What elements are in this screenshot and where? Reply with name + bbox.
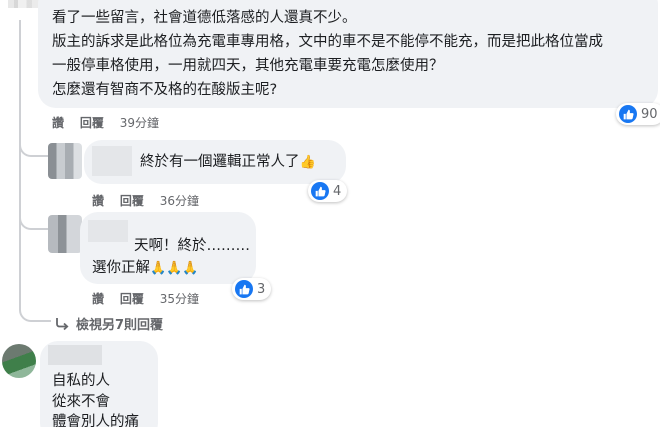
view-more-replies-label: 檢視另7則回覆 bbox=[76, 318, 164, 333]
reply-arrow-icon bbox=[56, 317, 69, 330]
reply-actions: 讚 回覆 36分鐘 bbox=[92, 192, 211, 209]
thread-connector bbox=[19, 200, 49, 230]
timestamp[interactable]: 35分鐘 bbox=[160, 292, 199, 306]
comment-text-line: 從來不會 bbox=[52, 394, 110, 410]
reply-link[interactable]: 回覆 bbox=[120, 194, 144, 208]
comment-text-line: 自私的人 bbox=[52, 373, 110, 389]
reply-bubble: 天啊！終於……… 選你正解🙏🙏🙏 bbox=[80, 212, 256, 284]
reaction-count[interactable]: 90 bbox=[616, 103, 660, 125]
avatar[interactable] bbox=[2, 344, 36, 378]
reply-link[interactable]: 回覆 bbox=[80, 116, 104, 130]
thread-line bbox=[19, 20, 21, 305]
reply-text-line: 天啊！終於……… bbox=[134, 238, 250, 254]
like-link[interactable]: 讚 bbox=[52, 116, 64, 130]
avatar[interactable] bbox=[48, 143, 82, 179]
reply-text: 終於有一個邏輯正常人了 bbox=[140, 154, 300, 170]
comment-text-line: 怎麼還有智商不及格的在酸版主呢? bbox=[52, 82, 278, 98]
reaction-count-number: 4 bbox=[333, 183, 342, 199]
blurred-author-name bbox=[88, 220, 128, 242]
comment-text-line: 一般停車格使用，一用就四天，其他充電車要充電怎麼使用？ bbox=[52, 58, 444, 74]
like-icon bbox=[619, 105, 637, 123]
timestamp[interactable]: 39分鐘 bbox=[120, 116, 159, 130]
blurred-author-name bbox=[48, 345, 102, 365]
comment-text-line: 版主的訴求是此格位為充電車專用格，文中的車不是不能停不能充，而是把此格位當成 bbox=[52, 34, 603, 50]
timestamp[interactable]: 36分鐘 bbox=[160, 194, 199, 208]
reply-link[interactable]: 回覆 bbox=[120, 292, 144, 306]
reaction-count-number: 3 bbox=[257, 281, 266, 297]
view-more-replies-link[interactable]: 檢視另7則回覆 bbox=[54, 314, 163, 333]
like-icon bbox=[235, 280, 253, 298]
comment-bubble: 自私的人 從來不會 體會別人的痛 bbox=[40, 341, 158, 427]
reaction-count[interactable]: 3 bbox=[232, 278, 272, 300]
reply-text-line: 選你正解 bbox=[92, 260, 150, 276]
avatar[interactable] bbox=[48, 215, 82, 253]
like-link[interactable]: 讚 bbox=[92, 292, 104, 306]
thread-connector bbox=[19, 135, 49, 157]
praying-hands-emoji: 🙏🙏🙏 bbox=[150, 261, 199, 276]
blurred-author-name bbox=[92, 146, 132, 176]
reply-bubble: 終於有一個邏輯正常人了👍 bbox=[84, 140, 346, 184]
like-link[interactable]: 讚 bbox=[92, 194, 104, 208]
comment-actions: 讚 回覆 39分鐘 bbox=[52, 114, 171, 131]
comment-text-line: 看了一些留言，社會道德低落感的人還真不少。 bbox=[52, 10, 357, 26]
thread-connector bbox=[19, 290, 51, 322]
reply-actions: 讚 回覆 35分鐘 bbox=[92, 290, 211, 307]
reaction-count-number: 90 bbox=[641, 106, 658, 122]
reaction-count[interactable]: 4 bbox=[308, 180, 348, 202]
like-icon bbox=[311, 182, 329, 200]
thumbs-up-emoji: 👍 bbox=[299, 155, 316, 170]
comment-bubble: 看了一些留言，社會道德低落感的人還真不少。 版主的訴求是此格位為充電車專用格，文… bbox=[38, 0, 658, 108]
comment-text-line: 體會別人的痛 bbox=[52, 414, 139, 427]
blurred-author-name bbox=[8, 0, 42, 8]
